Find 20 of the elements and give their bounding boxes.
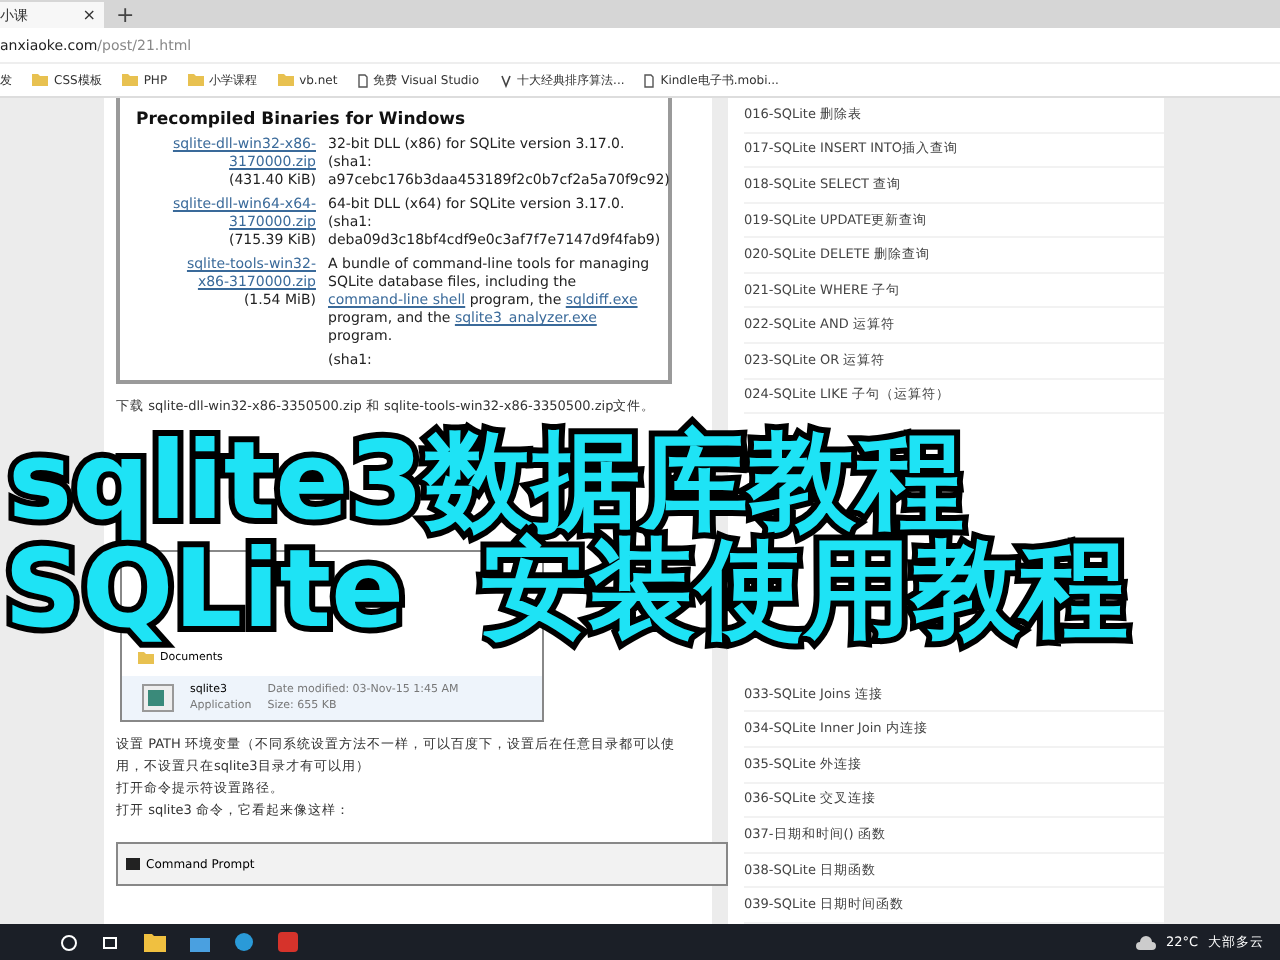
page-icon — [644, 73, 655, 87]
new-tab-button[interactable]: + — [116, 4, 135, 28]
folder-icon — [138, 652, 154, 664]
office-icon[interactable] — [278, 932, 298, 952]
overlay-title: sqlite3数据库教程 — [6, 428, 964, 536]
task-view-icon[interactable] — [102, 933, 120, 951]
folder-icon — [32, 74, 48, 86]
search-icon[interactable] — [60, 933, 78, 951]
folder-icon — [277, 74, 294, 86]
console-icon — [126, 858, 140, 870]
section-heading: Precompiled Binaries for Windows — [136, 110, 468, 130]
folder-icon — [187, 74, 204, 86]
close-tab-button[interactable]: × — [82, 6, 96, 24]
folder-icon — [121, 74, 138, 86]
browser-icon[interactable] — [234, 932, 254, 952]
application-icon — [142, 684, 174, 712]
cloud-icon — [1135, 935, 1156, 949]
page-icon — [357, 73, 368, 87]
store-icon[interactable] — [190, 933, 210, 951]
folder-icon[interactable] — [144, 933, 166, 951]
